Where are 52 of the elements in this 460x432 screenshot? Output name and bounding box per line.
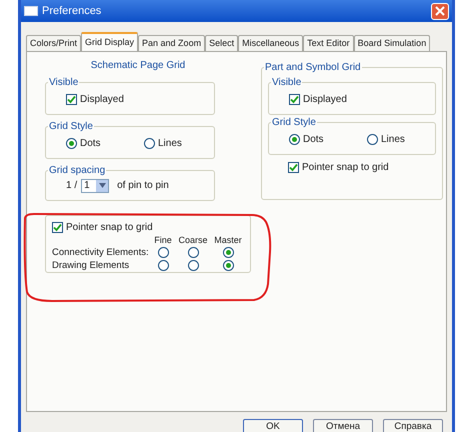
close-icon bbox=[435, 6, 445, 16]
radio-button[interactable] bbox=[289, 134, 300, 145]
column-header: Fine bbox=[153, 235, 173, 246]
checkbox[interactable] bbox=[52, 222, 63, 233]
radio-label: Lines bbox=[158, 137, 182, 151]
group-label: Visible bbox=[48, 76, 80, 90]
group-label: Part and Symbol Grid bbox=[264, 61, 362, 75]
radio-label: Dots bbox=[80, 137, 101, 151]
tab[interactable]: Grid Display bbox=[81, 32, 138, 51]
checkbox[interactable] bbox=[289, 94, 300, 105]
column-header: Master bbox=[213, 235, 243, 246]
checkbox-label: Pointer snap to grid bbox=[302, 161, 389, 175]
radio-button[interactable] bbox=[222, 247, 234, 258]
radio-button[interactable] bbox=[144, 138, 155, 149]
group-label: Grid spacing bbox=[48, 164, 106, 178]
tab[interactable]: Board Simulation bbox=[354, 35, 430, 51]
checkbox[interactable] bbox=[66, 94, 77, 105]
group-label: Visible bbox=[271, 76, 302, 90]
checkbox[interactable] bbox=[288, 162, 299, 173]
radio-button[interactable] bbox=[222, 260, 234, 271]
caret-icon bbox=[98, 183, 106, 188]
radio-button[interactable] bbox=[188, 260, 198, 271]
radio-button[interactable] bbox=[158, 247, 168, 258]
tab[interactable]: Pan and Zoom bbox=[138, 35, 206, 51]
radio-label: Dots bbox=[303, 133, 324, 147]
checkbox-label: Displayed bbox=[303, 93, 347, 107]
radio-button[interactable] bbox=[367, 134, 378, 145]
dialog-button[interactable]: Справка bbox=[383, 419, 443, 432]
column-header: Coarse bbox=[177, 235, 208, 246]
radio-label: Lines bbox=[381, 133, 405, 147]
window-title: Preferences bbox=[42, 4, 102, 19]
tab[interactable]: Colors/Print bbox=[26, 35, 82, 51]
section-title: Schematic Page Grid bbox=[90, 59, 186, 73]
checkbox-label: Pointer snap to grid bbox=[66, 221, 153, 235]
dialog-button[interactable]: OK bbox=[243, 419, 303, 432]
radio-button[interactable] bbox=[158, 260, 168, 271]
dialog-button[interactable]: Отмена bbox=[313, 419, 373, 432]
radio-button[interactable] bbox=[188, 247, 198, 258]
tab[interactable]: Miscellaneous bbox=[238, 35, 304, 51]
group-label: Grid Style bbox=[271, 116, 317, 130]
tab[interactable]: Text Editor bbox=[303, 35, 354, 51]
spacing-prefix: 1 / bbox=[66, 179, 78, 193]
row-label: Connectivity Elements: bbox=[52, 247, 150, 258]
radio-button[interactable] bbox=[66, 138, 77, 149]
close-button[interactable] bbox=[431, 2, 449, 20]
window-icon bbox=[24, 6, 38, 16]
tab[interactable]: Select bbox=[205, 35, 238, 51]
row-label: Drawing Elements bbox=[52, 260, 130, 271]
spacing-suffix: of pin to pin bbox=[117, 179, 169, 193]
group-label: Grid Style bbox=[48, 120, 94, 134]
checkbox-label: Displayed bbox=[80, 93, 124, 107]
spacing-dropdown[interactable]: 1 bbox=[81, 178, 110, 192]
